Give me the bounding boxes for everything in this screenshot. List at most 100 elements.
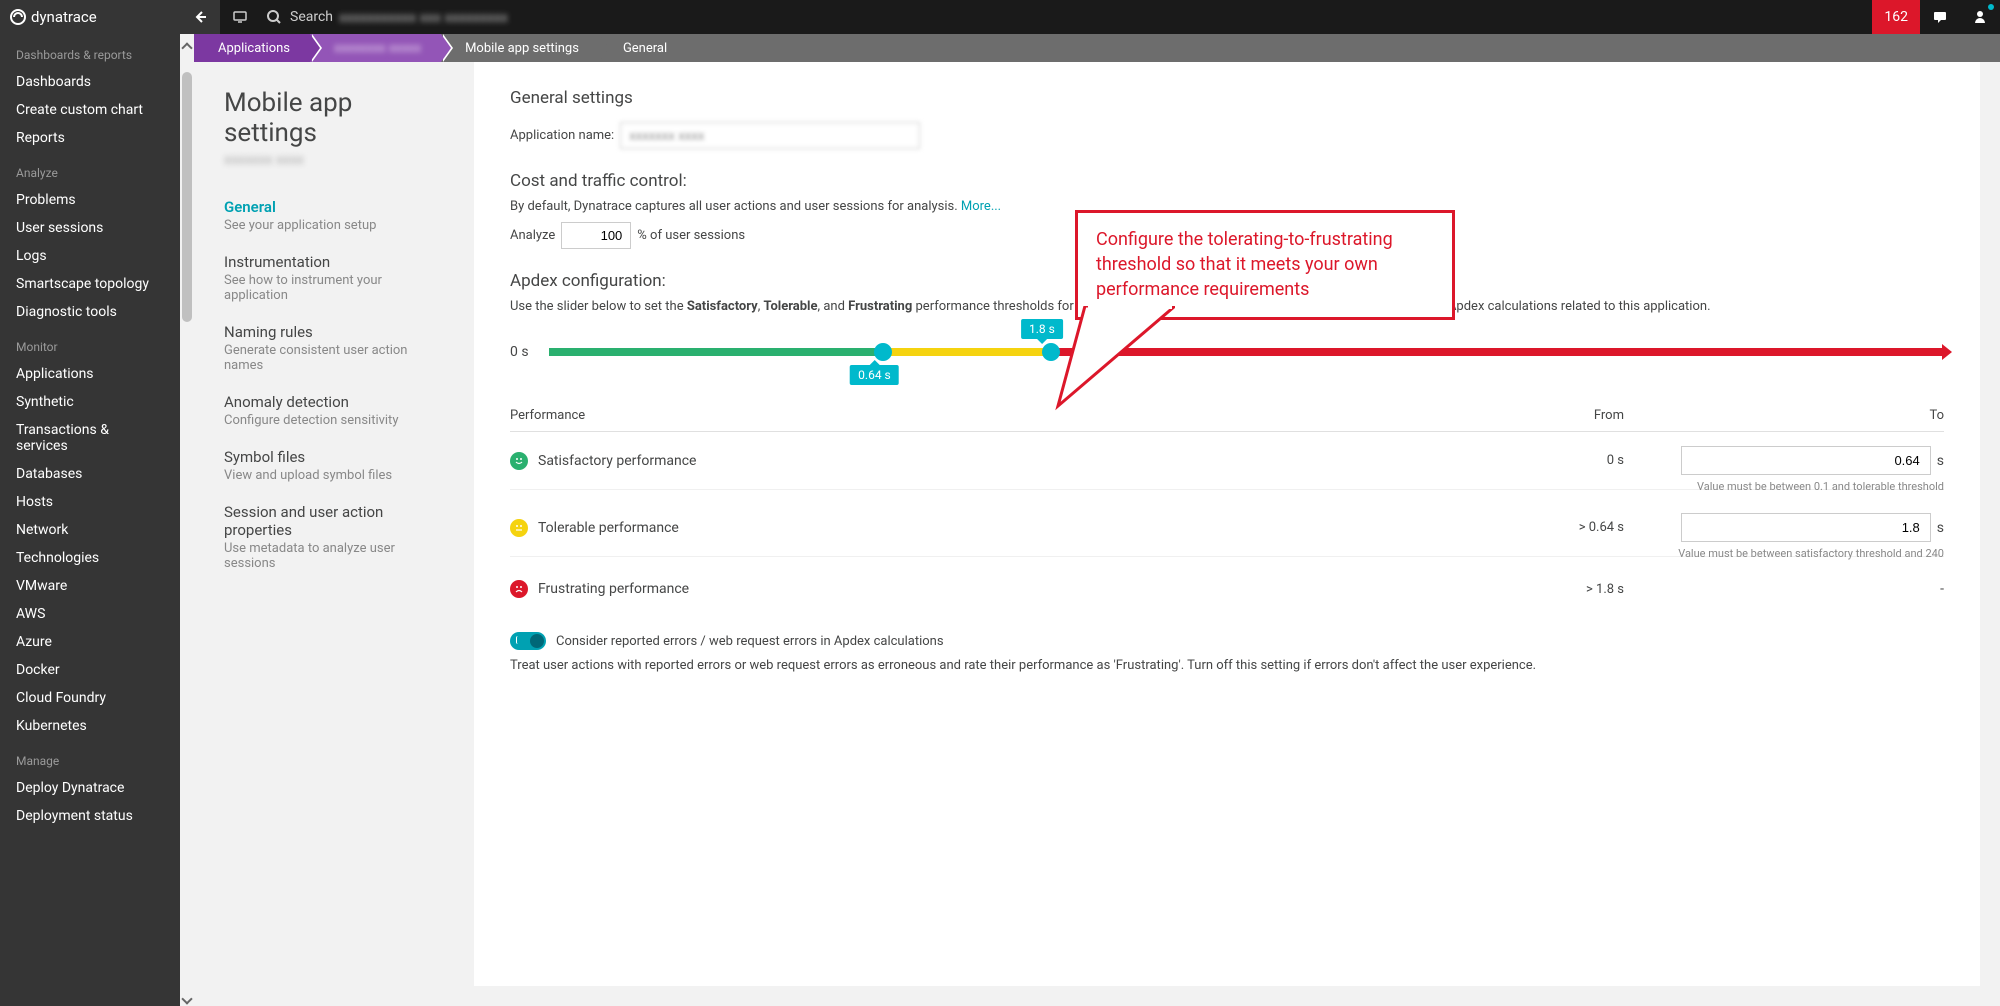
app-name-label: Application name: (510, 128, 614, 143)
sidebar-section-label: Dashboards & reports (0, 34, 180, 68)
settings-nav-desc: Configure detection sensitivity (224, 413, 448, 428)
search-icon (266, 9, 282, 25)
breadcrumb-settings[interactable]: Mobile app settings (441, 34, 599, 62)
cost-control-heading: Cost and traffic control: (510, 171, 1944, 191)
toggle-desc: Treat user actions with reported errors … (510, 658, 1944, 673)
sidebar-item-databases[interactable]: Databases (0, 460, 180, 488)
sidebar-item-kubernetes[interactable]: Kubernetes (0, 712, 180, 740)
satisfactory-to-input[interactable] (1681, 446, 1931, 475)
chat-button[interactable] (1920, 0, 1960, 34)
settings-nav-anomaly-detection[interactable]: Anomaly detection Configure detection sen… (224, 383, 448, 438)
settings-nav-title: Symbol files (224, 448, 448, 466)
tolerable-hint: Value must be between satisfactory thres… (510, 547, 1944, 560)
col-performance: Performance (510, 408, 1484, 423)
sidebar-item-synthetic[interactable]: Synthetic (0, 388, 180, 416)
settings-nav-session-and-user-action-properties[interactable]: Session and user action propertiesUse me… (224, 493, 448, 581)
satisfactory-label: Satisfactory performance (538, 453, 696, 469)
slider-start-label: 0 s (510, 344, 529, 360)
tolerable-label: Tolerable performance (538, 520, 679, 536)
track-satisfactory (549, 348, 884, 356)
page-scrollbar[interactable] (180, 62, 194, 1006)
search-container: Search (260, 9, 1872, 25)
sidebar-item-aws[interactable]: AWS (0, 600, 180, 628)
satisfactory-from: 0 s (1484, 453, 1624, 468)
sidebar-item-diagnostic-tools[interactable]: Diagnostic tools (0, 298, 180, 326)
settings-nav-title: Naming rules (224, 323, 448, 341)
slider-track[interactable]: 0.64 s 1.8 s (549, 348, 1944, 356)
more-link[interactable]: More... (961, 199, 1001, 214)
sidebar-item-network[interactable]: Network (0, 516, 180, 544)
main-sidebar: dynatrace Dashboards & reportsDashboards… (0, 0, 180, 1006)
user-icon (1972, 9, 1988, 25)
settings-nav-desc: View and upload symbol files (224, 468, 448, 483)
settings-nav-desc: Use metadata to analyze user sessions (224, 541, 448, 571)
sidebar-item-create-custom-chart[interactable]: Create custom chart (0, 96, 180, 124)
settings-nav-instrumentation[interactable]: InstrumentationSee how to instrument you… (224, 243, 448, 313)
track-frustrating (1051, 348, 1944, 356)
settings-nav-desc: See how to instrument your application (224, 273, 448, 303)
performance-table: Performance From To Satisfactory perform… (510, 400, 1944, 612)
back-button[interactable] (180, 0, 220, 34)
breadcrumb-applications[interactable]: Applications (194, 34, 310, 62)
settings-nav-symbol-files[interactable]: Symbol files View and upload symbol files (224, 438, 448, 493)
notification-dot (1988, 4, 1994, 10)
dynatrace-icon (10, 9, 26, 25)
callout-pointer-icon (1055, 306, 1175, 416)
frustrating-from: > 1.8 s (1484, 582, 1624, 597)
brand-logo[interactable]: dynatrace (0, 0, 180, 34)
search-input[interactable] (339, 9, 739, 25)
unit-s-2: s (1937, 520, 1944, 536)
sidebar-item-logs[interactable]: Logs (0, 242, 180, 270)
sidebar-item-dashboards[interactable]: Dashboards (0, 68, 180, 96)
page-title: Mobile app settings (224, 88, 448, 148)
sidebar-item-deploy-dynatrace[interactable]: Deploy Dynatrace (0, 774, 180, 802)
tolerable-from: > 0.64 s (1484, 520, 1624, 535)
sidebar-item-reports[interactable]: Reports (0, 124, 180, 152)
sidebar-item-technologies[interactable]: Technologies (0, 544, 180, 572)
sidebar-item-cloud-foundry[interactable]: Cloud Foundry (0, 684, 180, 712)
sidebar-item-applications[interactable]: Applications (0, 360, 180, 388)
col-to: To (1624, 408, 1944, 423)
errors-toggle[interactable] (510, 632, 546, 650)
neutral-face-icon (510, 519, 528, 537)
topbar: Search 162 (180, 0, 2000, 34)
app-name-input[interactable] (620, 122, 920, 149)
sidebar-item-user-sessions[interactable]: User sessions (0, 214, 180, 242)
sidebar-item-transactions-services[interactable]: Transactions & services (0, 416, 180, 460)
analyze-label: Analyze (510, 228, 555, 243)
user-button[interactable] (1960, 0, 2000, 34)
settings-nav-naming-rules[interactable]: Naming rulesGenerate consistent user act… (224, 313, 448, 383)
breadcrumb: Applications xxxxxxxx xxxxx Mobile app s… (194, 34, 2000, 62)
breadcrumb-general[interactable]: General (599, 34, 687, 62)
sidebar-item-azure[interactable]: Azure (0, 628, 180, 656)
problems-badge[interactable]: 162 (1872, 0, 1920, 34)
main-panel: General settings Application name: Cost … (474, 62, 1980, 986)
settings-nav-desc: See your application setup (224, 218, 448, 233)
sidebar-section-label: Monitor (0, 326, 180, 360)
sidebar-item-vmware[interactable]: VMware (0, 572, 180, 600)
unit-s: s (1937, 453, 1944, 469)
col-from: From (1484, 408, 1624, 423)
settings-nav-title: Anomaly detection (224, 393, 448, 411)
sidebar-item-smartscape-topology[interactable]: Smartscape topology (0, 270, 180, 298)
settings-nav-title: General (224, 198, 448, 216)
sidebar-item-docker[interactable]: Docker (0, 656, 180, 684)
settings-nav-title: Session and user action properties (224, 503, 448, 539)
slider-handle-satisfactory[interactable]: 0.64 s (874, 343, 892, 361)
settings-nav-general[interactable]: General See your application setup (224, 188, 448, 243)
arrow-left-icon (192, 9, 208, 25)
sidebar-item-problems[interactable]: Problems (0, 186, 180, 214)
sidebar-item-hosts[interactable]: Hosts (0, 488, 180, 516)
tolerable-to-input[interactable] (1681, 513, 1931, 542)
breadcrumb-app-name[interactable]: xxxxxxxx xxxxx (310, 34, 441, 62)
settings-sidebar: Mobile app settings xxxxxxx xxxx General… (194, 62, 474, 1006)
toggle-label: Consider reported errors / web request e… (556, 634, 944, 649)
scrollbar-thumb[interactable] (182, 72, 192, 322)
scroll-up-affordance[interactable] (180, 34, 194, 62)
sidebar-item-deployment-status[interactable]: Deployment status (0, 802, 180, 830)
scroll-down-affordance[interactable] (180, 992, 194, 1006)
dashboard-icon-button[interactable] (220, 0, 260, 34)
analyze-input[interactable] (561, 222, 631, 249)
page-subtitle: xxxxxxx xxxx (224, 152, 448, 168)
frustrating-to: - (1624, 581, 1944, 597)
